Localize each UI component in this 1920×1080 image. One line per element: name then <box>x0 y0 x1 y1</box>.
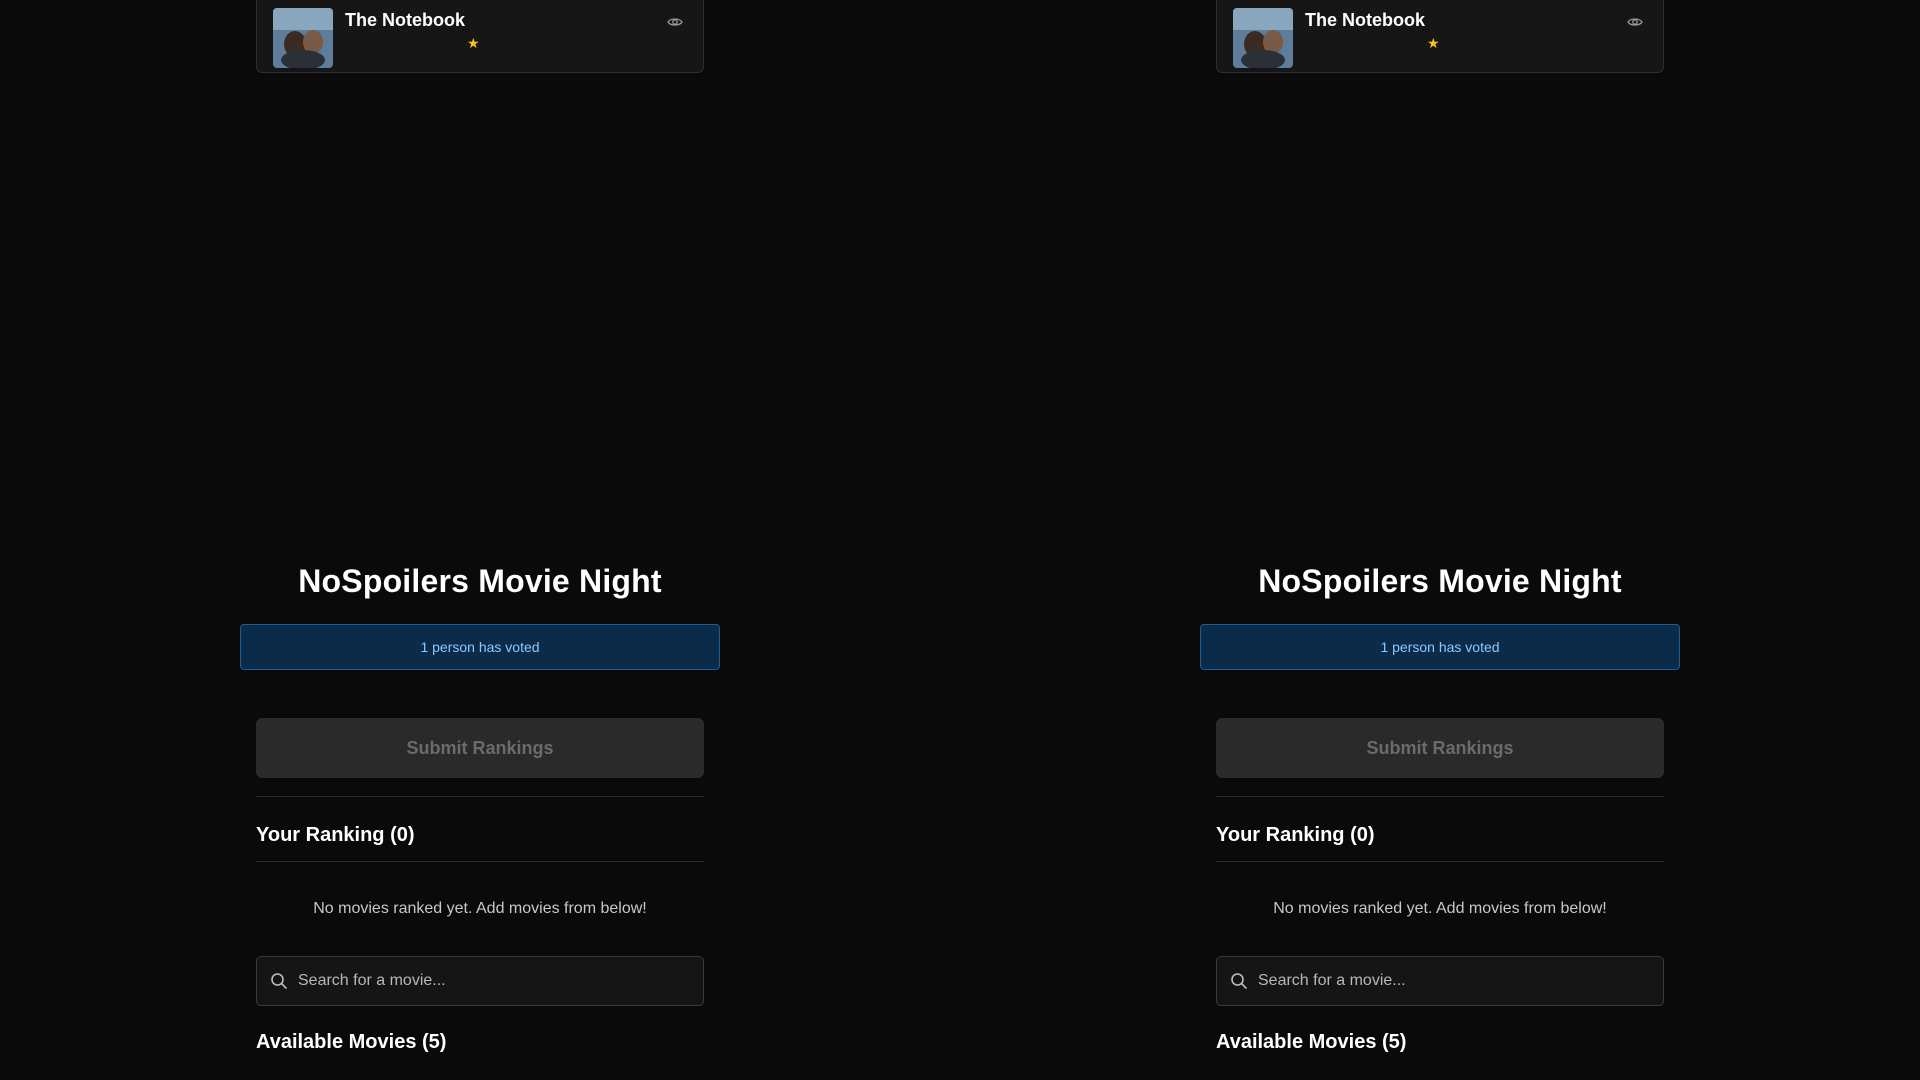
your-ranking-heading: Your Ranking (0) <box>1216 824 1375 846</box>
star-icon: ★ <box>467 35 480 51</box>
stage: NoSpoilers Movie Night 1 person has vote… <box>0 0 1920 1080</box>
viewport-top-left: NoSpoilers Movie Night 1 person has vote… <box>0 0 960 540</box>
submit-rankings-button[interactable]: Submit Rankings <box>256 718 704 778</box>
submit-rankings-button[interactable]: Submit Rankings <box>1216 718 1664 778</box>
movie-title: The Notebook <box>345 10 465 30</box>
divider <box>256 796 704 797</box>
divider <box>1216 796 1664 797</box>
movie-card[interactable]: The Notebook ★ <box>1216 0 1664 73</box>
eye-icon[interactable] <box>1627 14 1643 30</box>
empty-ranking-message: No movies ranked yet. Add movies from be… <box>313 900 647 917</box>
search-icon <box>1230 972 1248 990</box>
vote-count-banner: 1 person has voted <box>240 624 720 670</box>
empty-ranking-message: No movies ranked yet. Add movies from be… <box>1273 900 1607 917</box>
search-input[interactable] <box>1258 957 1663 1005</box>
viewport-bottom-left: NoSpoilers Movie Night 1 person has vote… <box>0 540 960 1080</box>
vote-count-banner: 1 person has voted <box>1200 624 1680 670</box>
search-input[interactable] <box>298 957 703 1005</box>
movie-poster <box>273 8 333 68</box>
available-movies-heading: Available Movies (5) <box>256 1031 447 1053</box>
viewport-top-right: NoSpoilers Movie Night 1 person has vote… <box>960 0 1920 540</box>
app-title: NoSpoilers Movie Night <box>298 562 662 599</box>
search-field[interactable] <box>256 956 704 1006</box>
your-ranking-heading: Your Ranking (0) <box>256 824 415 846</box>
search-icon <box>270 972 288 990</box>
movie-title: The Notebook <box>1305 10 1425 30</box>
movie-poster <box>1233 8 1293 68</box>
divider <box>1216 861 1664 862</box>
star-icon: ★ <box>1427 35 1440 51</box>
eye-icon[interactable] <box>667 14 683 30</box>
movie-card[interactable]: The Notebook ★ <box>256 0 704 73</box>
divider <box>256 861 704 862</box>
available-movies-heading: Available Movies (5) <box>1216 1031 1407 1053</box>
viewport-bottom-right: NoSpoilers Movie Night 1 person has vote… <box>960 540 1920 1080</box>
search-field[interactable] <box>1216 956 1664 1006</box>
app-title: NoSpoilers Movie Night <box>1258 562 1622 599</box>
